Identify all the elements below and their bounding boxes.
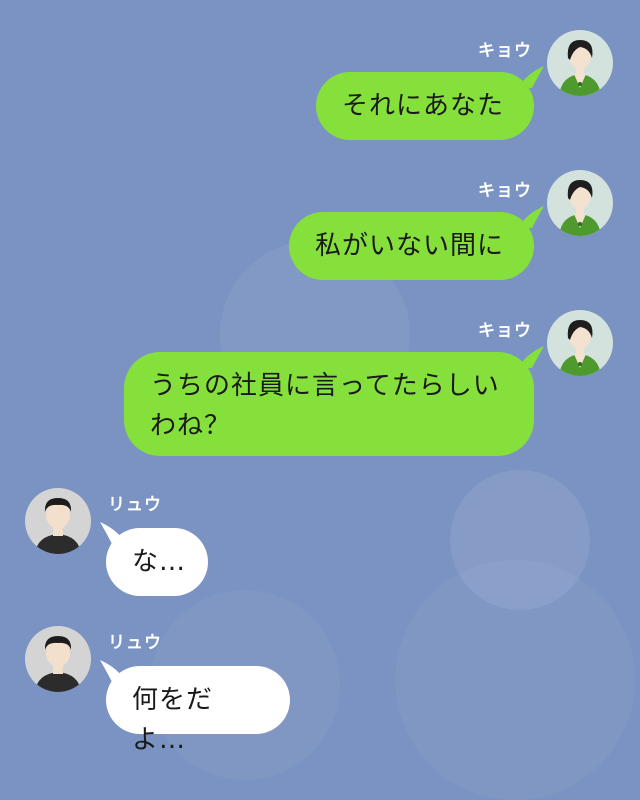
woman-avatar-icon[interactable] bbox=[547, 30, 613, 96]
message-text: 私がいない間に bbox=[315, 231, 505, 261]
message-text: それにあなた bbox=[342, 91, 505, 121]
message-bubble: それにあなた bbox=[316, 72, 534, 140]
woman-avatar-icon[interactable] bbox=[547, 310, 613, 376]
man-avatar-icon[interactable] bbox=[25, 626, 91, 692]
woman-avatar-icon[interactable] bbox=[547, 170, 613, 236]
bubble-tail bbox=[518, 66, 544, 88]
message-text: うちの社員に言ってたらしいわね？ bbox=[150, 371, 500, 441]
background-blur bbox=[395, 560, 635, 800]
bubble-tail bbox=[518, 206, 544, 228]
message-bubble: な… bbox=[106, 528, 208, 596]
sender-name: キョウ bbox=[478, 321, 532, 341]
message-text: な… bbox=[132, 547, 187, 577]
sender-name: リュウ bbox=[108, 633, 162, 653]
message-bubble: うちの社員に言ってたらしいわね？ bbox=[124, 352, 534, 456]
bubble-tail bbox=[518, 346, 544, 368]
man-avatar-icon[interactable] bbox=[25, 488, 91, 554]
sender-name: キョウ bbox=[478, 41, 532, 61]
sender-name: リュウ bbox=[108, 495, 162, 515]
sender-name: キョウ bbox=[478, 181, 532, 201]
message-bubble: 何をだよ… bbox=[106, 666, 290, 755]
message-bubble: 私がいない間に bbox=[289, 212, 534, 280]
